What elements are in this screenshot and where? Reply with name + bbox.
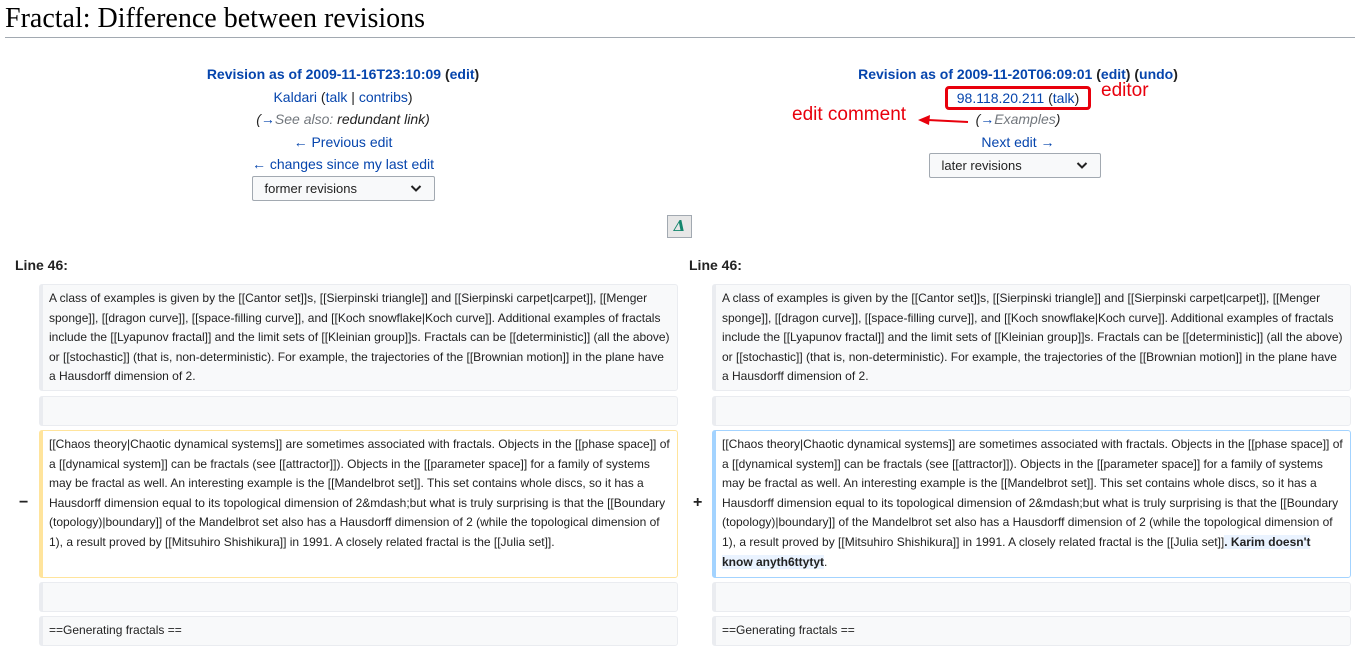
plus-marker: + — [693, 494, 703, 511]
right-context-line-3: ==Generating fractals == — [712, 616, 1351, 646]
left-empty-context-line — [39, 396, 678, 426]
left-context-line: A class of examples is given by the [[Ca… — [39, 284, 678, 391]
edit-comment-arrow-line — [927, 119, 969, 123]
deleted-text-end: . — [551, 534, 555, 549]
added-line: [[Chaos theory|Chaotic dynamical systems… — [712, 430, 1351, 578]
minus-marker: − — [19, 494, 29, 511]
right-empty-context-line — [712, 396, 1351, 426]
deleted-text: [[Chaos theory|Chaotic dynamical systems… — [49, 437, 670, 549]
right-context-line: A class of examples is given by the [[Ca… — [712, 284, 1351, 391]
left-context-line-3: ==Generating fractals == — [39, 616, 678, 646]
edit-comment-arrowhead — [918, 115, 930, 125]
left-line-number: Line 46: — [15, 257, 68, 273]
right-empty-context-line-2 — [712, 582, 1351, 612]
added-text: [[Chaos theory|Chaotic dynamical systems… — [722, 437, 1343, 549]
left-empty-context-line-2 — [39, 582, 678, 612]
right-line-number: Line 46: — [689, 257, 742, 273]
deleted-line: [[Chaos theory|Chaotic dynamical systems… — [39, 430, 678, 578]
inline-diff-toggle-icon[interactable]: Δ — [667, 215, 692, 238]
added-text-end: . — [824, 554, 828, 569]
